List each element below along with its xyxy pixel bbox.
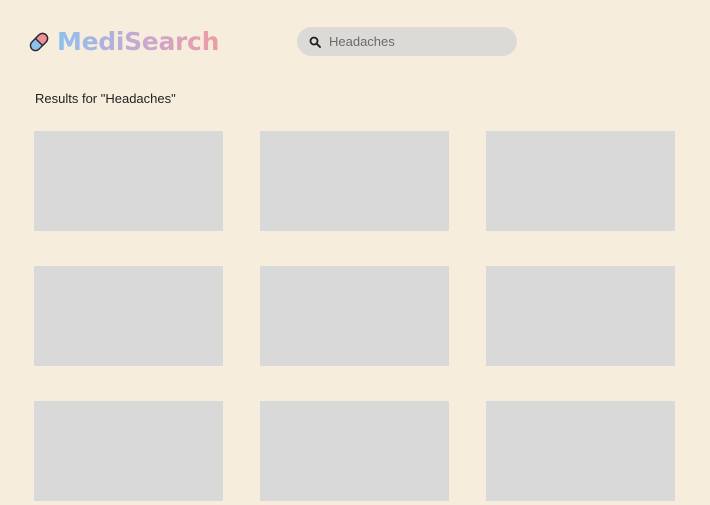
search-icon xyxy=(309,36,321,48)
results-heading: Results for "Headaches" xyxy=(35,91,176,106)
search-bar[interactable] xyxy=(297,27,517,56)
result-card[interactable] xyxy=(34,401,223,501)
search-input[interactable] xyxy=(329,34,509,49)
result-card[interactable] xyxy=(34,266,223,366)
result-card[interactable] xyxy=(486,401,675,501)
brand-name: MediSearch xyxy=(57,27,220,56)
pill-icon xyxy=(29,32,49,52)
result-card[interactable] xyxy=(486,266,675,366)
result-card[interactable] xyxy=(260,266,449,366)
page: MediSearch Results for "Headaches" xyxy=(0,0,710,505)
result-card[interactable] xyxy=(34,131,223,231)
result-card[interactable] xyxy=(260,401,449,501)
result-card[interactable] xyxy=(260,131,449,231)
result-card[interactable] xyxy=(486,131,675,231)
results-grid xyxy=(34,131,675,501)
logo[interactable]: MediSearch xyxy=(27,27,219,57)
